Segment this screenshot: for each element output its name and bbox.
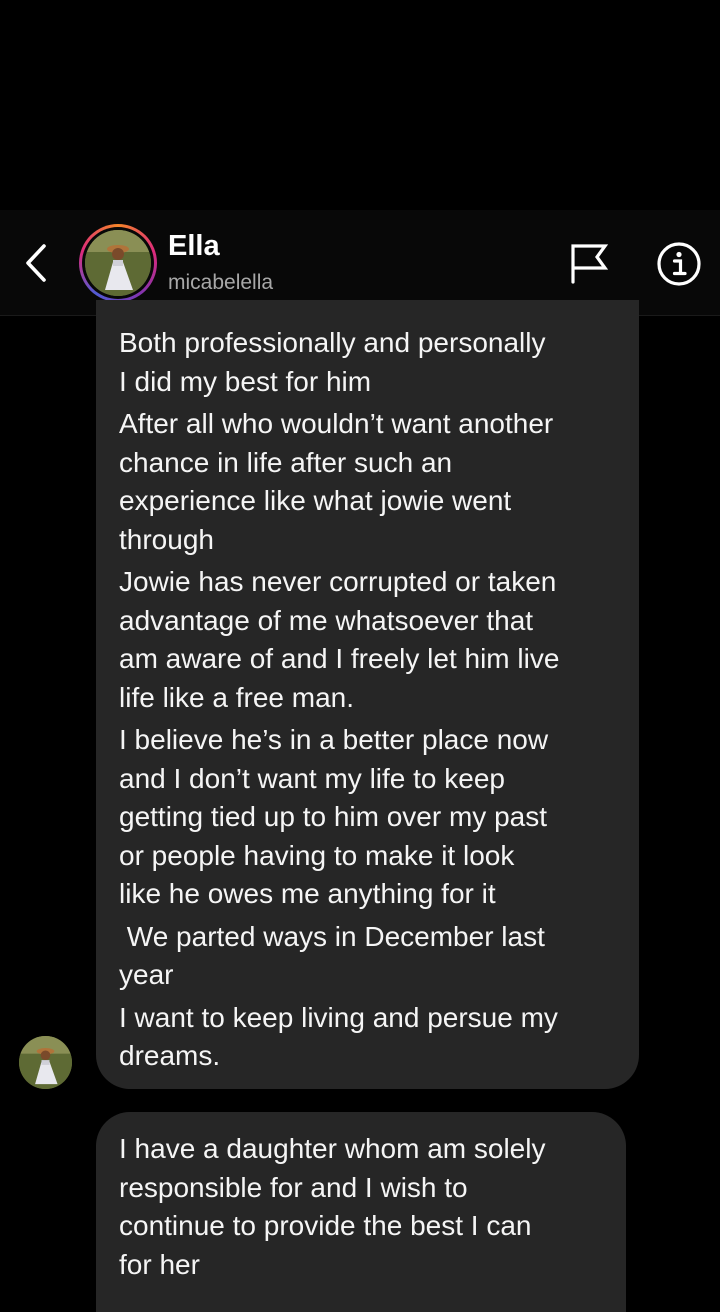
message-line: I want to keep living and persue my	[119, 1001, 558, 1033]
info-icon	[657, 242, 701, 286]
message-line: or people having to make it look	[119, 839, 515, 871]
avatar-image	[85, 230, 151, 296]
message-line: year	[119, 959, 174, 990]
contact-name[interactable]: Ella	[168, 230, 220, 263]
profile-avatar[interactable]	[79, 224, 157, 302]
message-line: experience like what jowie went	[119, 485, 512, 516]
message-line: am aware of and I freely let him live	[119, 643, 560, 674]
message-line: After all who wouldn’t want another	[119, 408, 554, 439]
message-line: I did my best for him	[119, 365, 372, 397]
message-line: dreams.	[119, 1040, 221, 1071]
message-line: I have a daughter whom am solely	[119, 1133, 546, 1164]
message-line: We parted ways in December last	[119, 920, 545, 952]
info-button[interactable]	[654, 239, 704, 289]
message-line: getting tied up to him over my past	[119, 801, 547, 832]
message-line: through	[119, 523, 214, 555]
message-line: continue to provide the best I can	[119, 1210, 532, 1241]
chevron-left-icon	[26, 244, 46, 282]
message-paragraph: I believe he’s in a better place now and…	[119, 721, 617, 914]
message-line: advantage of me whatsoever that	[119, 604, 534, 636]
message-paragraph: After all who wouldn’t want another chan…	[119, 405, 617, 559]
message-line: chance in life after such an	[119, 446, 453, 478]
report-button[interactable]	[566, 240, 612, 286]
message-paragraph: Jowie has never corrupted or taken advan…	[119, 563, 617, 717]
message-line: Jowie has never corrupted or taken	[119, 566, 557, 597]
status-bar-area	[0, 0, 720, 210]
message-line: I believe he’s in a better place now	[119, 724, 549, 755]
contact-username[interactable]: micabelella	[168, 271, 273, 295]
message-bubble[interactable]: I have a daughter whom am solely respons…	[96, 1112, 626, 1312]
message-line: like he owes me anything for it	[119, 878, 496, 909]
message-paragraph: I want to keep living and persue my drea…	[119, 999, 617, 1076]
sender-avatar[interactable]	[19, 1036, 72, 1089]
back-button[interactable]	[14, 238, 58, 288]
message-line: and I don’t want my life to keep	[119, 762, 505, 794]
flag-icon	[571, 244, 609, 284]
message-line: life like a free man.	[119, 681, 354, 713]
message-line: Both professionally and personally	[119, 327, 546, 358]
message-line: responsible for and I wish to	[119, 1171, 468, 1203]
message-bubble[interactable]: Both professionally and personally I did…	[96, 300, 639, 1089]
message-paragraph: Both professionally and personally I did…	[119, 324, 617, 401]
message-paragraph: We parted ways in December last year	[119, 918, 617, 995]
message-line: for her	[119, 1248, 200, 1280]
message-paragraph: I have a daughter whom am solely respons…	[119, 1130, 604, 1284]
